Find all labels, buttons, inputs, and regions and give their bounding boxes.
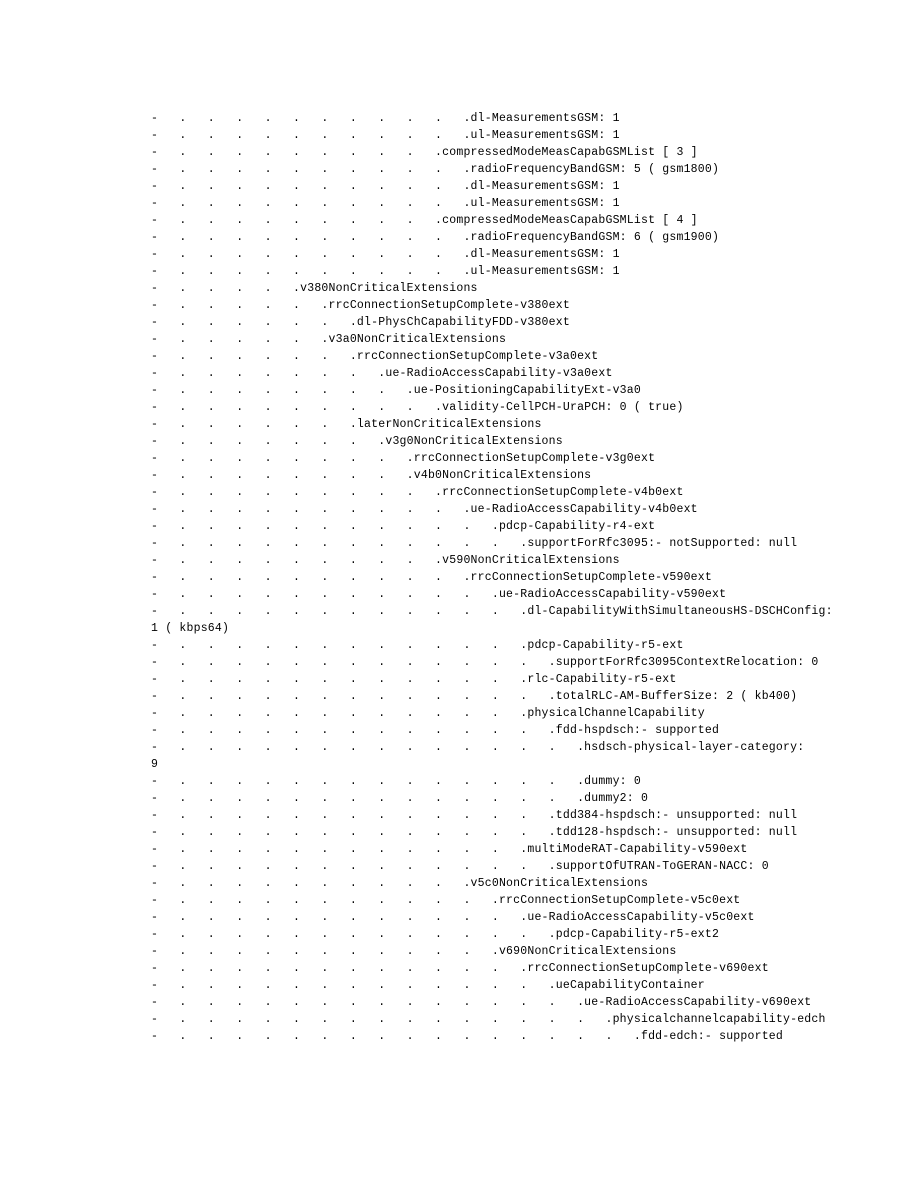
protocol-trace: - . . . . . . . . . . .dl-MeasurementsGS… xyxy=(0,0,920,1085)
